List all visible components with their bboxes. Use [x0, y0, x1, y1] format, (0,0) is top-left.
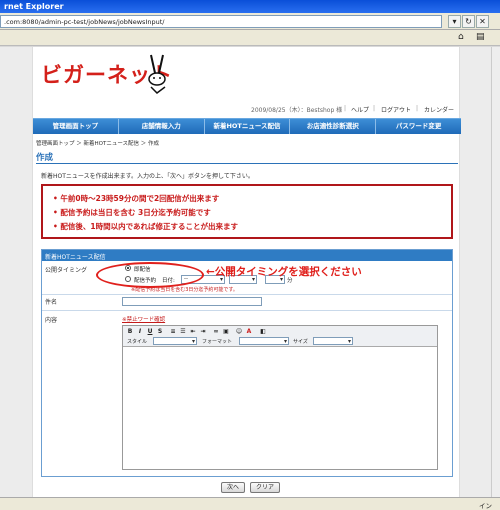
address-input[interactable]: .com:8080/admin-pc-test/jobNews/jobNewsI…: [0, 15, 442, 28]
underline-icon[interactable]: U: [146, 328, 154, 336]
italic-icon[interactable]: I: [136, 328, 144, 336]
size-label: サイズ: [293, 339, 308, 345]
status-zone-text: イン: [479, 502, 492, 510]
next-button[interactable]: 次へ: [221, 482, 246, 493]
editor-toolbar: B I U S ≡ ☰ ⇤ ⇥ ∞ ▣ ☺ A ◧ スタイル フォーマット サイ…: [123, 326, 437, 347]
style-select[interactable]: [153, 337, 197, 345]
image-icon[interactable]: ▣: [222, 328, 230, 336]
address-bar-area: .com:8080/admin-pc-test/jobNews/jobNewsI…: [0, 13, 500, 30]
bulleted-list-icon[interactable]: ☰: [179, 328, 187, 336]
ordered-list-icon[interactable]: ≡: [169, 328, 177, 336]
banned-words-link[interactable]: ※禁止ワード確認: [122, 315, 165, 323]
clear-button[interactable]: クリア: [250, 482, 281, 493]
dropdown-icon[interactable]: ▾: [448, 15, 461, 28]
body-label: 内容: [45, 317, 58, 324]
strikethrough-icon[interactable]: S: [156, 328, 164, 336]
calendar-link[interactable]: カレンダー: [424, 105, 454, 114]
link-icon[interactable]: ∞: [212, 328, 220, 336]
smiley-icon[interactable]: ☺: [235, 328, 243, 336]
breadcrumb: 管理画面トップ ＞ 新着HOTニュース配信 ＞ 作成: [36, 141, 160, 147]
style-label: スタイル: [127, 339, 148, 345]
form-header: 新着HOTニュース配信: [42, 250, 452, 261]
status-bar: イン: [0, 497, 500, 510]
bold-icon[interactable]: B: [126, 328, 134, 336]
timing-label: 公開タイミング: [45, 267, 88, 274]
nav-item-store-info[interactable]: 店舗情報入力: [119, 119, 205, 134]
row-divider: [42, 310, 452, 311]
help-link[interactable]: ヘルプ: [351, 105, 369, 114]
rich-text-editor: B I U S ≡ ☰ ⇤ ⇥ ∞ ▣ ☺ A ◧ スタイル フォーマット サイ…: [122, 325, 438, 470]
format-label: フォーマット: [202, 339, 233, 345]
link-separator: |: [373, 105, 376, 112]
browser-toolbar: ⌂ ▤: [0, 30, 500, 46]
format-select[interactable]: [239, 337, 289, 345]
nav-item-aptitude[interactable]: お店適性診断選択: [290, 119, 377, 134]
stop-icon[interactable]: ✕: [476, 15, 489, 28]
user-line: 2009/08/25（木）：Bestshop 様: [251, 107, 343, 114]
text-color-icon[interactable]: A: [245, 328, 253, 336]
title-divider: [36, 163, 458, 164]
notice-line: • 午前0時〜23時59分の間で2回配信が出来ます: [53, 194, 220, 203]
page-title: 作成: [36, 153, 54, 163]
nav-item-admin-top[interactable]: 管理画面トップ: [33, 119, 119, 134]
outdent-icon[interactable]: ⇤: [189, 328, 197, 336]
link-separator: |: [344, 105, 347, 112]
nav-item-password[interactable]: パスワード変更: [376, 119, 461, 134]
indent-icon[interactable]: ⇥: [199, 328, 207, 336]
link-separator: |: [416, 105, 419, 112]
nav-item-hot-news[interactable]: 新着HOTニュース配信: [205, 119, 291, 134]
subject-input[interactable]: [122, 297, 262, 306]
main-nav: 管理画面トップ 店舗情報入力 新着HOTニュース配信 お店適性診断選択 パスワー…: [33, 118, 461, 134]
row-divider: [42, 294, 452, 295]
subject-label: 件名: [45, 299, 58, 306]
logout-link[interactable]: ログアウト: [381, 105, 411, 114]
home-icon[interactable]: ⌂: [458, 32, 464, 42]
refresh-icon[interactable]: ↻: [462, 15, 475, 28]
notice-line: • 配信後、1時間以内であれば修正することが出来ます: [53, 222, 239, 231]
intro-text: 新着HOTニュースを作成出来ます。入力の上、「次へ」ボタンを押して下さい。: [41, 173, 254, 180]
notice-line: • 配信予約は当日を含む 3日分迄予約可能です: [53, 208, 211, 217]
background-color-icon[interactable]: ◧: [259, 328, 267, 336]
highlight-circle: [96, 262, 204, 288]
size-select[interactable]: [313, 337, 353, 345]
window-title: rnet Explorer: [0, 0, 500, 13]
timing-callout: ←公開タイミングを選択ください: [206, 266, 362, 278]
bunny-mascot-icon: [148, 54, 166, 94]
feeds-icon[interactable]: ▤: [476, 32, 485, 42]
vertical-scrollbar[interactable]: [491, 47, 500, 497]
notice-box: • 午前0時〜23時59分の間で2回配信が出来ます • 配信予約は当日を含む 3…: [41, 184, 453, 239]
